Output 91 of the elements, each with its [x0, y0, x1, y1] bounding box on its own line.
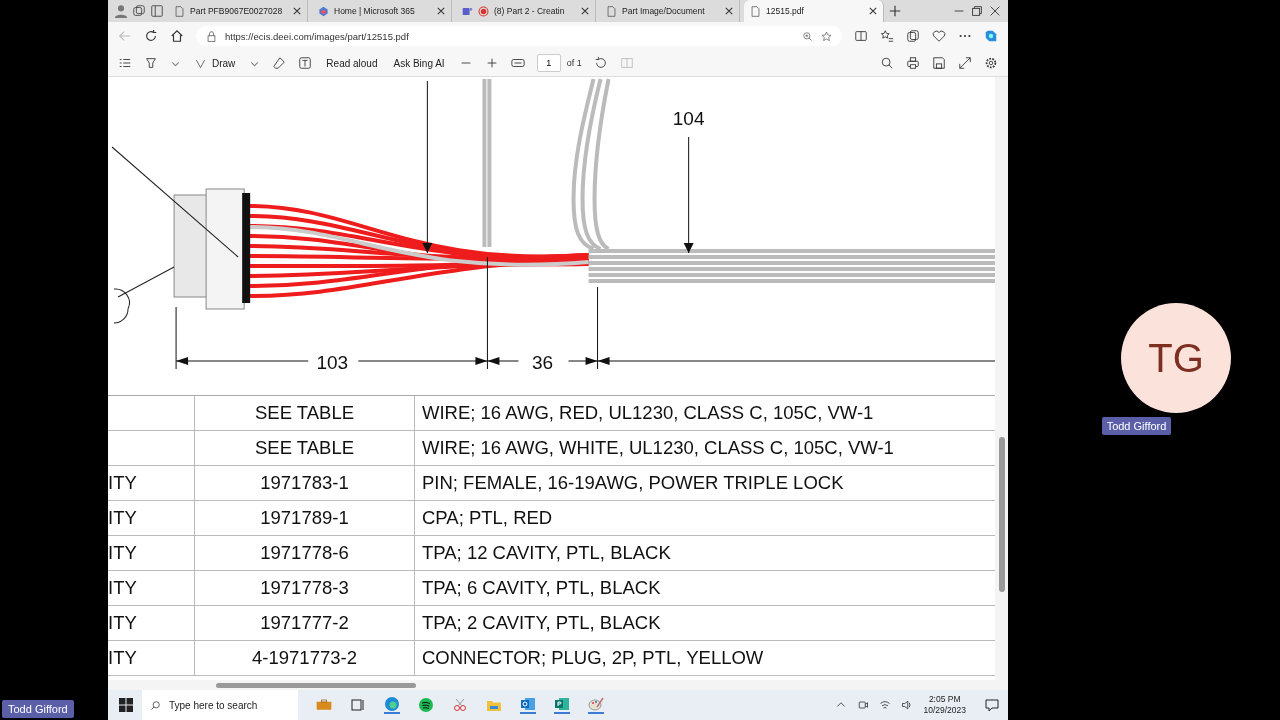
browser-tab[interactable]: 12515.pdf: [744, 0, 884, 22]
vertical-scrollbar[interactable]: [995, 77, 1008, 680]
save-icon[interactable]: [932, 56, 946, 70]
table-cell: 1971778-6: [195, 536, 415, 570]
zoom-icon[interactable]: [802, 30, 813, 42]
document-icon: [750, 5, 761, 17]
briefcase-icon[interactable]: [316, 697, 332, 713]
eraser-icon[interactable]: [272, 56, 287, 70]
close-tab-icon[interactable]: [869, 7, 877, 15]
workspaces-icon[interactable]: [132, 4, 146, 18]
text-icon[interactable]: [298, 56, 313, 70]
favorites-icon[interactable]: [880, 29, 894, 43]
collections-icon[interactable]: [906, 29, 920, 43]
document-icon: [174, 5, 185, 17]
close-tab-icon[interactable]: [437, 7, 445, 15]
paint-icon[interactable]: [588, 696, 604, 714]
table-cell: 1971778-3: [195, 571, 415, 605]
copilot-icon[interactable]: [984, 29, 998, 43]
table-cell: ITY: [108, 571, 195, 605]
table-cell-text: PIN; FEMALE, 16-19AWG, POWER TRIPLE LOCK: [421, 471, 845, 495]
participant-name-tag: Todd Gifford: [1101, 417, 1172, 435]
lock-icon: [206, 30, 217, 42]
close-tab-icon[interactable]: [725, 7, 733, 15]
table-cell-text: WIRE; 16 AWG, WHITE, UL1230, CLASS C, 105C, VW-1: [421, 436, 895, 460]
table-cell: 1971777-2: [195, 606, 415, 640]
draw-button[interactable]: Draw: [193, 57, 238, 69]
avatar: TG: [1121, 303, 1231, 413]
restore-icon[interactable]: [970, 4, 984, 18]
dimension-label: 36: [531, 352, 554, 373]
edge-icon[interactable]: [384, 696, 400, 714]
windows-start-icon[interactable]: [118, 697, 134, 713]
publisher-icon[interactable]: [554, 696, 570, 714]
expand-icon[interactable]: [958, 56, 972, 70]
favorite-star-icon[interactable]: [821, 30, 832, 42]
dimension-label: 103: [316, 352, 349, 373]
page-number-field[interactable]: 1: [536, 54, 561, 72]
table-cell-text: TPA; 12 CAVITY, PTL, BLACK: [421, 541, 672, 565]
page-count: of 1: [566, 58, 582, 68]
table-cell-text: TPA; 6 CAVITY, PTL, BLACK: [421, 576, 662, 600]
read-aloud-button[interactable]: Read aloud: [324, 57, 380, 69]
recording-icon: [478, 5, 489, 17]
pen-icon: [195, 57, 206, 69]
close-tab-icon[interactable]: [581, 7, 589, 15]
microsoft-365-icon: [318, 5, 329, 17]
table-cell-text: WIRE; 16 AWG, RED, UL1230, CLASS C, 105C, VW-1: [421, 401, 875, 425]
table-cell: ITY: [108, 466, 195, 500]
table-cell: 1971789-1: [195, 501, 415, 535]
wifi-icon[interactable]: [879, 699, 892, 711]
snipping-tool-icon[interactable]: [452, 697, 468, 713]
teams-icon: [462, 5, 473, 17]
document-icon: [606, 5, 617, 17]
table-cell: SEE TABLE: [195, 396, 415, 430]
close-tab-icon[interactable]: [293, 7, 301, 15]
spotify-icon[interactable]: [418, 697, 434, 713]
dimension-label: 104: [672, 108, 705, 129]
table-cell: ITY: [108, 501, 195, 535]
table-cell-text: TPA; 2 CAVITY, PTL, BLACK: [421, 611, 662, 635]
table-cell-text: CONNECTOR; PLUG, 2P, PTL, YELLOW: [421, 646, 765, 670]
split-screen-icon[interactable]: [854, 29, 868, 43]
search-icon: [150, 699, 161, 711]
horizontal-scrollbar[interactable]: [108, 680, 1008, 690]
table-cell: 1971783-1: [195, 466, 415, 500]
print-icon[interactable]: [906, 56, 920, 70]
table-cell: ITY: [108, 641, 195, 675]
meet-now-icon[interactable]: [857, 699, 870, 711]
ask-bing-button[interactable]: Ask Bing AI: [391, 57, 447, 69]
taskbar-clock[interactable]: 2:05 PM 10/29/2023: [923, 694, 966, 716]
tab-actions-icon[interactable]: [150, 4, 164, 18]
rotate-icon[interactable]: [593, 56, 608, 70]
close-icon[interactable]: [988, 4, 1002, 18]
table-cell: ITY: [108, 536, 195, 570]
settings-icon[interactable]: [984, 56, 998, 70]
table-cell-text: CPA; PTL, RED: [421, 506, 554, 530]
address-field[interactable]: https://ecis.deei.com/images/part/12515.pdf: [196, 26, 842, 46]
outlook-icon[interactable]: [520, 696, 536, 714]
home-icon[interactable]: [170, 29, 184, 43]
table-cell: 4-1971773-2: [195, 641, 415, 675]
fit-page-icon[interactable]: [510, 56, 525, 70]
refresh-icon[interactable]: [144, 29, 158, 43]
table-cell: SEE TABLE: [195, 431, 415, 465]
search-icon[interactable]: [880, 56, 894, 70]
notifications-icon[interactable]: [984, 697, 1000, 713]
profile-icon[interactable]: [114, 4, 128, 18]
table-cell: ITY: [108, 606, 195, 640]
new-tab-icon[interactable]: [888, 4, 902, 18]
heart-icon[interactable]: [932, 29, 946, 43]
task-view-icon[interactable]: [350, 697, 366, 713]
taskbar-search-field[interactable]: Type here to search: [142, 690, 298, 720]
participant-name-tag: Todd Gifford: [2, 700, 74, 718]
contents-icon[interactable]: [118, 56, 132, 70]
highlight-icon[interactable]: [144, 56, 158, 70]
